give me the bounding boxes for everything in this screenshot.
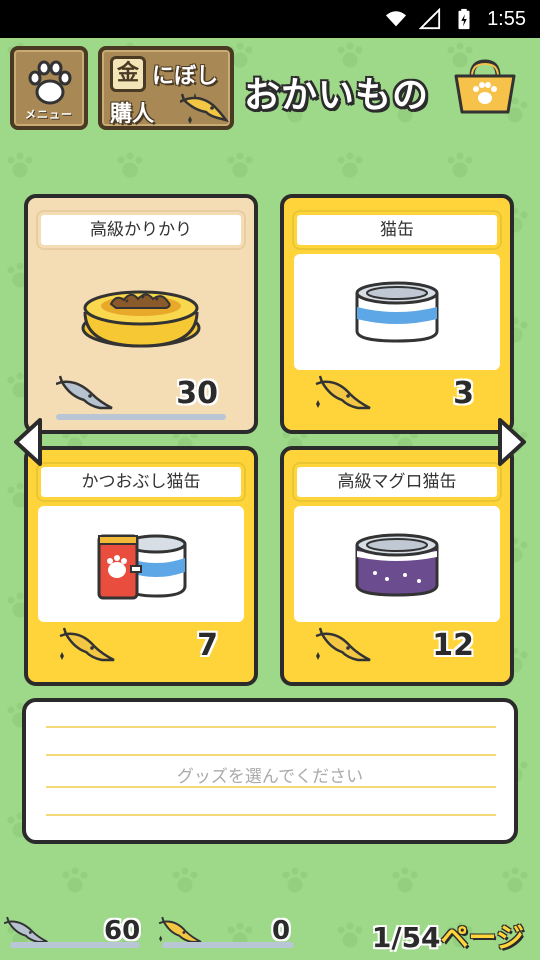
item-card-premium-kibble[interactable]: 高級かりかり 30 bbox=[24, 194, 258, 434]
gold-shop-label-line1: にぼし bbox=[152, 64, 219, 89]
item-name: 高級マグロ猫缶 bbox=[294, 464, 500, 500]
item-name: 猫缶 bbox=[294, 212, 500, 248]
bonito-can-icon bbox=[97, 534, 187, 600]
gold-fish-icon bbox=[315, 375, 371, 410]
shopping-bag-icon bbox=[454, 59, 516, 114]
item-price: 7 bbox=[197, 628, 218, 663]
page-current: 1 bbox=[371, 921, 392, 954]
desc-ruled-line bbox=[46, 726, 496, 728]
item-name: かつおぶし猫缶 bbox=[38, 464, 244, 500]
prev-page-arrow[interactable] bbox=[10, 416, 44, 468]
page-separator: / bbox=[391, 921, 402, 954]
item-price: 12 bbox=[432, 628, 474, 663]
item-name: 高級かりかり bbox=[38, 212, 244, 248]
gold-shop-label-line2: 購人 bbox=[110, 102, 155, 127]
wifi-icon bbox=[385, 11, 407, 27]
item-image bbox=[38, 254, 244, 370]
gold-fish-icon bbox=[180, 93, 230, 124]
desc-ruled-line bbox=[46, 754, 496, 756]
item-image bbox=[294, 506, 500, 622]
page-total: 54 bbox=[401, 921, 441, 954]
battery-icon bbox=[458, 8, 470, 30]
footer-currency-bar: 60 0 1/54ページ bbox=[0, 906, 540, 960]
signal-icon bbox=[419, 8, 441, 30]
gold-fish-icon bbox=[59, 627, 115, 662]
item-card-tuna-can[interactable]: 高級マグロ猫缶 12 bbox=[280, 446, 514, 686]
menu-label: メニュー bbox=[25, 108, 73, 121]
price-underline bbox=[56, 414, 226, 420]
status-time: 1:55 bbox=[487, 7, 526, 30]
gold-fish-icon bbox=[315, 627, 371, 662]
tuna-can-icon bbox=[355, 533, 439, 597]
item-card-bonito-can[interactable]: かつおぶし猫缶 7 bbox=[24, 446, 258, 686]
paw-icon bbox=[28, 60, 72, 105]
gold-fish-count: 0 bbox=[272, 916, 291, 946]
next-page-arrow[interactable] bbox=[496, 416, 530, 468]
cat-can-icon bbox=[355, 281, 439, 343]
gold-niboshi-shop-button[interactable]: 金 にぼし 購人 bbox=[98, 46, 234, 130]
desc-ruled-line bbox=[46, 814, 496, 816]
page-indicator: 1/54ページ bbox=[372, 916, 524, 956]
item-image bbox=[38, 506, 244, 622]
item-price: 30 bbox=[176, 376, 218, 411]
page-suffix: ページ bbox=[440, 921, 524, 954]
item-description-box: グッズを選んでください bbox=[22, 698, 518, 844]
kibble-bowl-icon bbox=[81, 290, 201, 348]
status-bar: 1:55 bbox=[0, 0, 540, 38]
description-placeholder: グッズを選んでください bbox=[176, 767, 364, 787]
silver-fish-count: 60 bbox=[104, 916, 141, 946]
item-image bbox=[294, 254, 500, 370]
silver-fish-icon bbox=[56, 375, 113, 410]
page-title: おかいもの bbox=[244, 75, 430, 116]
menu-button[interactable]: メニュー bbox=[10, 46, 88, 130]
header: メニュー 金 にぼし 購人 おかいもの bbox=[0, 44, 540, 132]
item-card-cat-can[interactable]: 猫缶 3 bbox=[280, 194, 514, 434]
gold-kanji-badge: 金 bbox=[110, 56, 146, 92]
item-price: 3 bbox=[453, 376, 474, 411]
